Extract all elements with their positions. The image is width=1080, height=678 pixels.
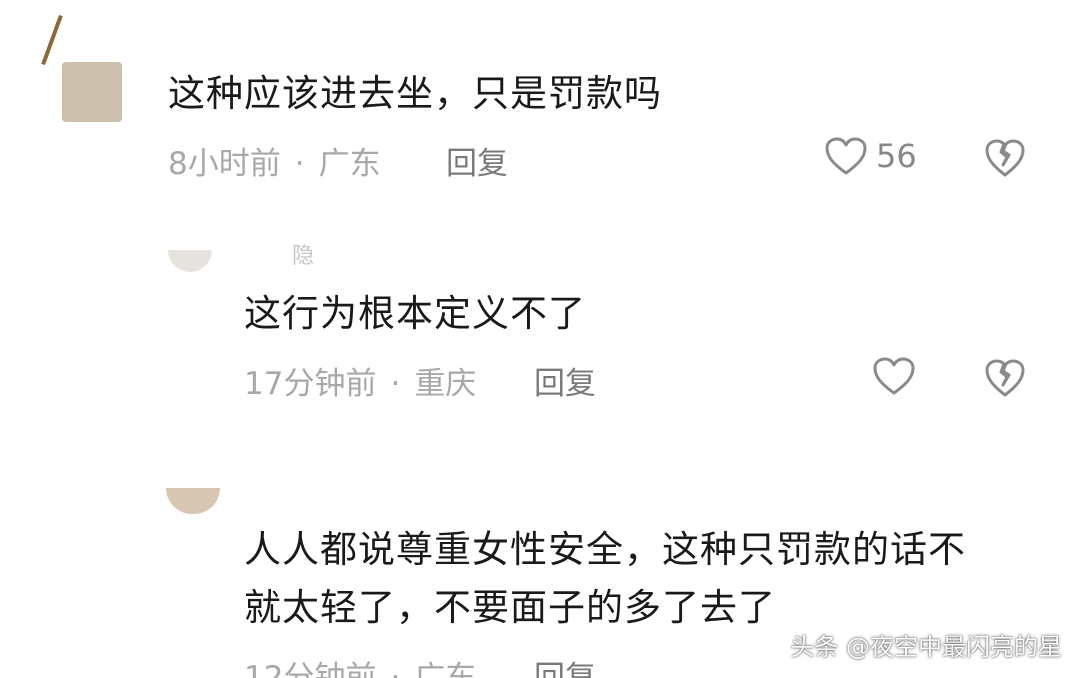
comment-time: 8小时前 <box>168 146 281 182</box>
like-button[interactable] <box>872 356 916 396</box>
comment-location: 广东 <box>414 660 477 678</box>
dislike-broken-heart-icon[interactable] <box>984 138 1026 178</box>
comment-time: 12分钟前 <box>244 660 377 678</box>
comment-location: 重庆 <box>414 366 477 402</box>
avatar[interactable] <box>168 250 212 272</box>
watermark: 头条 @夜空中最闪亮的星 <box>790 633 1062 661</box>
comment-meta: 8小时前 · 广东 <box>168 138 381 183</box>
avatar[interactable] <box>62 62 122 122</box>
comment-location: 广东 <box>318 146 381 182</box>
comment-meta: 17分钟前 · 重庆 <box>244 358 476 403</box>
reply-button[interactable]: 回复 <box>534 358 596 403</box>
avatar[interactable] <box>166 488 220 514</box>
comment-page: 这种应该进去坐，只是罚款吗 8小时前 · 广东 回复 56 隐 这行为根本定义不了 … <box>0 0 1080 678</box>
reply-button[interactable]: 回复 <box>534 652 596 678</box>
like-count: 56 <box>876 137 917 175</box>
meta-separator: · <box>390 366 401 402</box>
comment-text: 这行为根本定义不了 <box>244 292 586 335</box>
like-button[interactable]: 56 <box>824 136 917 176</box>
meta-separator: · <box>390 660 401 678</box>
comment-text-line1: 人人都说尊重女性安全，这种只罚款的话不 <box>244 528 966 571</box>
avatar-fragment <box>41 14 63 66</box>
heart-icon <box>872 356 916 396</box>
comment-text: 这种应该进去坐，只是罚款吗 <box>168 72 662 115</box>
comment-meta: 12分钟前 · 广东 <box>244 652 476 678</box>
comment-time: 17分钟前 <box>244 366 377 402</box>
heart-icon <box>824 136 868 176</box>
dislike-broken-heart-icon[interactable] <box>984 358 1026 398</box>
comment-text-line2: 就太轻了，不要面子的多了去了 <box>244 586 776 629</box>
username-partial[interactable]: 隐 <box>292 238 314 270</box>
meta-separator: · <box>294 146 305 182</box>
reply-button[interactable]: 回复 <box>446 138 508 183</box>
